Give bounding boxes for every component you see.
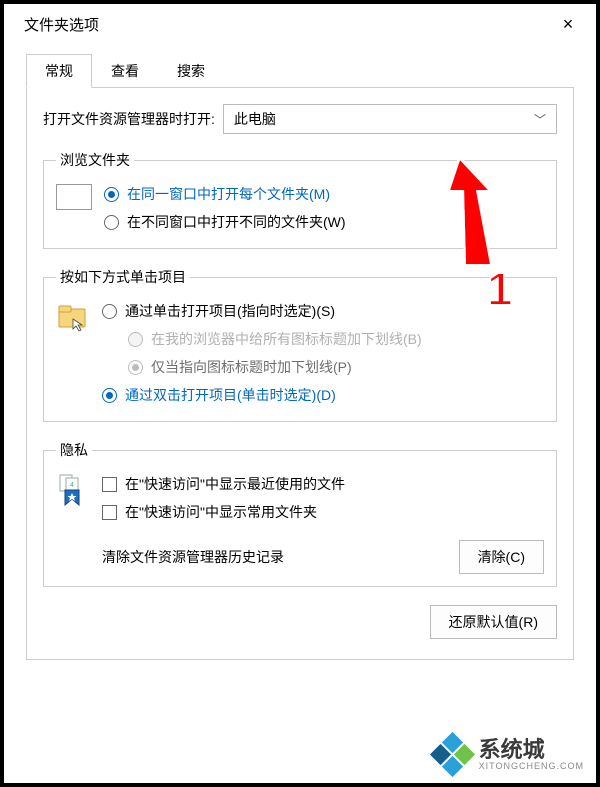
general-panel: 打开文件资源管理器时打开: 此电脑 ﹀ 浏览文件夹 在同一窗口中打开每个文件夹(… [26,88,574,660]
checkbox-frequent-folders-label: 在"快速访问"中显示常用文件夹 [125,502,317,522]
checkbox-recent-files-label: 在"快速访问"中显示最近使用的文件 [125,474,345,494]
svg-text:4: 4 [70,482,74,489]
watermark-name: 系统城 [479,739,584,761]
radio-icon [102,388,117,403]
radio-underline-hover: 仅当指向图标标题时加下划线(P) [102,353,544,381]
privacy-group: 隐私 4 在"快速访问"中显示最近使用的文件 [43,440,557,587]
checkbox-icon [102,477,117,492]
browse-folders-group: 浏览文件夹 在同一窗口中打开每个文件夹(M) 在不同窗口中打开不同的文件夹(W) [43,150,557,249]
radio-diff-window-label: 在不同窗口中打开不同的文件夹(W) [127,212,346,232]
radio-double-click[interactable]: 通过双击打开项目(单击时选定)(D) [102,381,544,409]
radio-icon [104,187,119,202]
click-items-group: 按如下方式单击项目 通过单击打开项目(指向时选定)(S) [43,267,557,422]
chevron-down-icon: ﹀ [534,111,546,128]
radio-icon [128,360,143,375]
close-button[interactable]: × [556,14,580,35]
radio-icon [128,332,143,347]
radio-icon [102,304,117,319]
folder-click-icon [56,299,90,333]
quick-access-icon: 4 [56,472,90,506]
radio-icon [104,215,119,230]
watermark-logo-icon [433,735,473,775]
browse-folders-legend: 浏览文件夹 [56,150,134,170]
radio-diff-window[interactable]: 在不同窗口中打开不同的文件夹(W) [104,208,544,236]
browse-thumbnail-icon [56,184,92,210]
radio-double-click-label: 通过双击打开项目(单击时选定)(D) [125,385,336,405]
open-with-combobox[interactable]: 此电脑 ﹀ [223,104,557,134]
checkbox-recent-files[interactable]: 在"快速访问"中显示最近使用的文件 [102,470,544,498]
watermark: 系统城 XITONGCHENG.COM [433,735,584,775]
radio-same-window[interactable]: 在同一窗口中打开每个文件夹(M) [104,180,544,208]
privacy-legend: 隐私 [56,440,92,460]
radio-underline-all-label: 在我的浏览器中给所有图标标题加下划线(B) [151,329,422,349]
clear-history-label: 清除文件资源管理器历史记录 [102,547,284,567]
open-with-value: 此电脑 [234,109,276,129]
open-with-label: 打开文件资源管理器时打开: [43,109,215,129]
click-items-legend: 按如下方式单击项目 [56,267,190,287]
tab-view[interactable]: 查看 [92,54,158,88]
radio-underline-all: 在我的浏览器中给所有图标标题加下划线(B) [102,325,544,353]
tab-general[interactable]: 常规 [26,54,92,88]
radio-underline-hover-label: 仅当指向图标标题时加下划线(P) [151,357,352,377]
tab-bar: 常规 查看 搜索 [26,53,574,88]
radio-single-click[interactable]: 通过单击打开项目(指向时选定)(S) [102,297,544,325]
checkbox-frequent-folders[interactable]: 在"快速访问"中显示常用文件夹 [102,498,544,526]
window-title: 文件夹选项 [24,14,99,35]
clear-button[interactable]: 清除(C) [459,540,544,574]
radio-single-click-label: 通过单击打开项目(指向时选定)(S) [125,301,335,321]
tab-search[interactable]: 搜索 [158,54,224,88]
watermark-url: XITONGCHENG.COM [479,761,584,771]
checkbox-icon [102,505,117,520]
restore-defaults-button[interactable]: 还原默认值(R) [430,605,557,639]
radio-same-window-label: 在同一窗口中打开每个文件夹(M) [127,184,330,204]
